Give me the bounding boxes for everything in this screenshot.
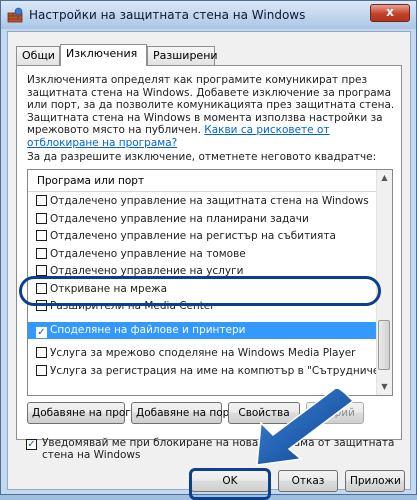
cancel-button[interactable]: Отказ <box>278 470 338 492</box>
exceptions-rows: Отдалечено управление на защитната стена… <box>28 193 378 380</box>
window-title: Настройки на защитната стена на Windows <box>29 8 306 22</box>
list-item-label: Споделяне на файлове и принтери <box>50 323 246 336</box>
firewall-settings-window: Настройки на защитната стена на Windows … <box>0 0 417 500</box>
checkbox[interactable] <box>36 212 47 224</box>
checkbox[interactable] <box>36 300 47 311</box>
exceptions-listbox[interactable]: Програма или порт Отдалечено управление … <box>27 169 393 396</box>
properties-button[interactable]: Свойства <box>228 402 300 424</box>
risk-paragraph: Защитната стена на Windows в момента изп… <box>27 112 397 150</box>
list-scrollbar[interactable]: ▲ ▼ <box>376 170 392 395</box>
list-item-label: Услуга за мрежово споделяне на Windows M… <box>50 347 356 359</box>
tab-exceptions[interactable]: Изключения <box>60 44 147 66</box>
list-item[interactable]: Отдалечено управление на защитната стена… <box>28 193 378 211</box>
list-item-label: Отдалечено управление на томове <box>50 247 246 260</box>
checkbox[interactable] <box>36 247 47 259</box>
checkbox[interactable] <box>36 364 47 376</box>
scroll-down-icon[interactable]: ▼ <box>377 379 392 395</box>
checkbox-checked[interactable]: ✓ <box>36 326 47 338</box>
checkbox[interactable] <box>36 230 47 241</box>
tab-advanced[interactable]: Разширени <box>147 46 218 65</box>
apply-button[interactable]: Приложи <box>345 470 405 492</box>
close-button[interactable]: x <box>370 4 410 22</box>
notify-label[interactable]: Уведомявай ме при блокиране на нова прог… <box>42 437 402 461</box>
add-program-button[interactable]: Добавяне на програма... <box>27 402 168 424</box>
close-icon: x <box>386 5 394 19</box>
list-item[interactable]: Услуга за регистрация на име на компютър… <box>28 363 378 381</box>
checkbox[interactable] <box>36 195 47 206</box>
notify-checkbox[interactable]: ✓ <box>26 439 37 450</box>
list-item[interactable]: Отдалечено управление на планирани задач… <box>28 211 378 229</box>
checkbox[interactable] <box>36 347 47 358</box>
list-item[interactable]: Отдалечено управление на услуги <box>28 263 378 281</box>
exceptions-panel: Изключенията определят как програмите ко… <box>16 65 402 440</box>
list-caption: За да разрешите изключение, отметнете не… <box>27 151 377 163</box>
list-item-label: Отдалечено управление на услуги <box>50 265 244 277</box>
scroll-up-icon[interactable]: ▲ <box>377 170 392 186</box>
firewall-shield-icon <box>7 7 23 23</box>
list-item[interactable]: Отдалечено управление на регистър на съб… <box>28 228 378 246</box>
list-item-label: Разширители на Media Center <box>50 300 215 312</box>
list-item[interactable]: Услуга за мрежово споделяне на Windows M… <box>28 345 378 363</box>
checkbox[interactable] <box>36 282 47 294</box>
ok-highlight-annotation <box>189 468 271 500</box>
scroll-thumb[interactable] <box>378 320 390 370</box>
delete-button[interactable]: Изтрий <box>306 402 364 424</box>
list-item-label: Отдалечено управление на планирани задач… <box>50 212 309 225</box>
list-item[interactable]: Разширители на Media Center <box>28 298 378 316</box>
column-header-program-or-port[interactable]: Програма или порт <box>28 170 378 192</box>
list-item-selected[interactable]: ✓ Споделяне на файлове и принтери <box>28 321 378 339</box>
tab-general[interactable]: Общи <box>16 46 60 65</box>
list-item-label: Отдалечено управление на защитната стена… <box>50 195 369 207</box>
dialog-client-area: Общи Изключения Разширени Изключенията о… <box>7 31 411 500</box>
add-port-button[interactable]: Добавяне на порт... <box>131 402 245 424</box>
checkbox[interactable] <box>36 265 47 276</box>
description-text: Изключенията определят как програмите ко… <box>27 74 395 111</box>
list-item-label: Отдалечено управление на регистър на съб… <box>50 230 336 242</box>
list-item-label: Откриване на мрежа <box>50 282 168 295</box>
list-item[interactable]: Откриване на мрежа <box>28 281 378 299</box>
exceptions-description: Изключенията определят как програмите ко… <box>27 74 397 149</box>
list-item-label: Услуга за регистрация на име на компютър… <box>50 364 378 377</box>
list-item[interactable]: Отдалечено управление на томове <box>28 246 378 264</box>
title-bar[interactable]: Настройки на защитната стена на Windows … <box>1 1 416 29</box>
